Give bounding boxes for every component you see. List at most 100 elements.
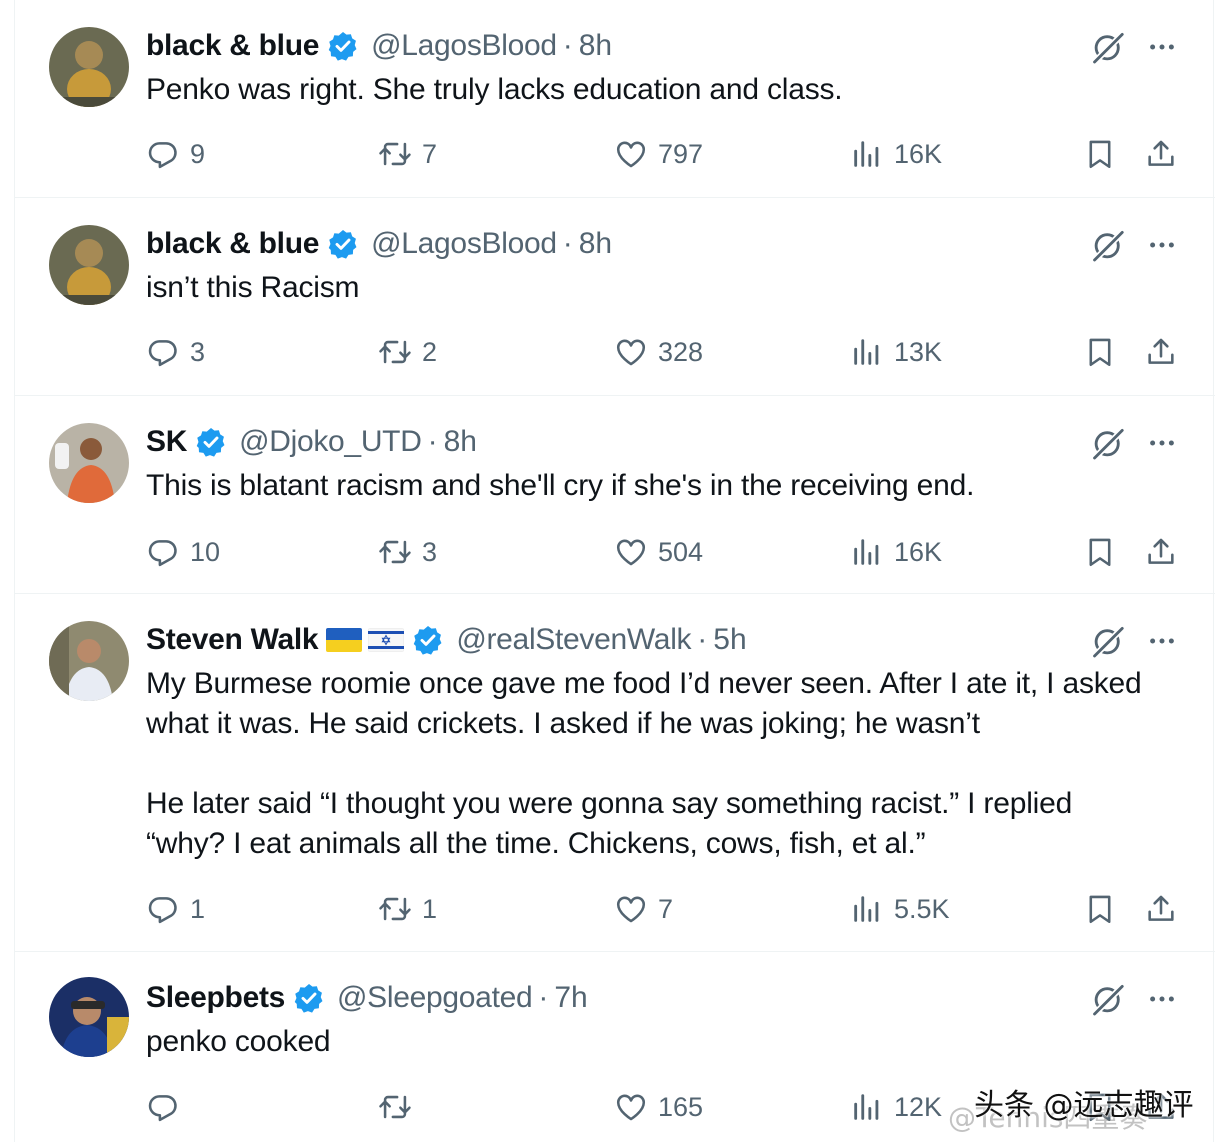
watermark: 头条 @远志趣评	[974, 1088, 1194, 1123]
repost-button[interactable]: 1	[378, 889, 437, 929]
views-button[interactable]: 13K	[850, 332, 942, 372]
share-button[interactable]	[1144, 889, 1178, 929]
handle[interactable]: @LagosBlood	[371, 29, 557, 63]
verified-badge-icon	[327, 30, 359, 62]
views-button[interactable]: 16K	[850, 532, 942, 572]
handle[interactable]: @LagosBlood	[371, 227, 557, 261]
more-icon[interactable]	[1145, 230, 1179, 260]
bookmark-icon	[1083, 335, 1117, 369]
repost-button[interactable]: 7	[378, 134, 437, 174]
tweet[interactable]: Steven Walk @realStevenWalk · 5h My Burm…	[15, 594, 1215, 952]
like-button[interactable]: 165	[614, 1087, 703, 1127]
bookmark-button[interactable]	[1083, 532, 1117, 572]
reply-button[interactable]: 1	[146, 889, 205, 929]
reply-icon	[146, 535, 180, 569]
bookmark-button[interactable]	[1083, 332, 1117, 372]
view-count: 13K	[894, 336, 943, 367]
views-icon	[850, 535, 884, 569]
timestamp[interactable]: 8h	[444, 425, 477, 459]
display-name[interactable]: Sleepbets	[146, 981, 285, 1015]
more-icon[interactable]	[1145, 626, 1179, 656]
avatar[interactable]	[49, 423, 129, 503]
verified-badge-icon	[293, 982, 325, 1014]
timestamp[interactable]: 7h	[554, 981, 587, 1015]
bookmark-icon	[1083, 892, 1117, 926]
grok-icon[interactable]	[1089, 424, 1127, 462]
more-icon[interactable]	[1145, 32, 1179, 62]
bookmark-button[interactable]	[1083, 889, 1117, 929]
like-icon	[614, 335, 648, 369]
israel-flag-icon	[368, 628, 405, 652]
avatar[interactable]	[49, 27, 129, 107]
display-name[interactable]: Steven Walk	[146, 623, 319, 657]
like-icon	[614, 1090, 648, 1124]
handle[interactable]: @Sleepgoated	[337, 981, 533, 1015]
reply-button[interactable]	[146, 1087, 190, 1127]
action-bar: 1 1 7 5.5K	[146, 889, 1186, 929]
tweet[interactable]: SK @Djoko_UTD · 8h This is blatant racis…	[15, 396, 1215, 594]
share-button[interactable]	[1144, 532, 1178, 572]
like-button[interactable]: 797	[614, 134, 703, 174]
verified-badge-icon	[327, 228, 359, 260]
repost-button[interactable]: 2	[378, 332, 437, 372]
tweet[interactable]: black & blue @LagosBlood · 8h isn’t this…	[15, 198, 1215, 396]
tweet-text: Penko was right. She truly lacks educati…	[146, 73, 843, 106]
share-button[interactable]	[1144, 332, 1178, 372]
avatar[interactable]	[49, 225, 129, 305]
repost-button[interactable]: 3	[378, 532, 437, 572]
like-icon	[614, 892, 648, 926]
ukraine-flag-icon	[326, 628, 363, 652]
timestamp[interactable]: 8h	[579, 29, 612, 63]
more-icon[interactable]	[1145, 428, 1179, 458]
view-count: 5.5K	[894, 893, 950, 924]
repost-count: 7	[422, 138, 438, 169]
reply-icon	[146, 335, 180, 369]
views-icon	[850, 137, 884, 171]
share-button[interactable]	[1144, 134, 1178, 174]
more-icon[interactable]	[1145, 984, 1179, 1014]
grok-icon[interactable]	[1089, 226, 1127, 264]
like-button[interactable]: 504	[614, 532, 703, 572]
repost-icon	[378, 892, 412, 926]
grok-icon[interactable]	[1089, 622, 1127, 660]
repost-count: 1	[422, 893, 438, 924]
avatar[interactable]	[49, 621, 129, 701]
bookmark-icon	[1083, 535, 1117, 569]
separator: ·	[697, 623, 708, 656]
repost-icon	[378, 1090, 412, 1124]
grok-icon[interactable]	[1089, 28, 1127, 66]
reply-icon	[146, 892, 180, 926]
share-icon	[1144, 535, 1178, 569]
like-count: 7	[658, 893, 674, 924]
view-count: 16K	[894, 536, 943, 567]
view-count: 12K	[894, 1091, 943, 1122]
separator: ·	[562, 29, 573, 62]
timestamp[interactable]: 5h	[713, 623, 746, 657]
views-icon	[850, 335, 884, 369]
views-button[interactable]: 5.5K	[850, 889, 950, 929]
display-name[interactable]: black & blue	[146, 29, 319, 63]
repost-button[interactable]	[378, 1087, 422, 1127]
share-icon	[1144, 892, 1178, 926]
display-name[interactable]: black & blue	[146, 227, 319, 261]
reply-count: 10	[190, 536, 221, 567]
handle[interactable]: @realStevenWalk	[456, 623, 691, 657]
timestamp[interactable]: 8h	[579, 227, 612, 261]
views-button[interactable]: 12K	[850, 1087, 942, 1127]
share-icon	[1144, 137, 1178, 171]
tweet-text: My Burmese roomie once gave me food I’d …	[146, 667, 1142, 860]
avatar[interactable]	[49, 977, 129, 1057]
reply-count: 9	[190, 138, 206, 169]
display-name[interactable]: SK	[146, 425, 187, 459]
reply-button[interactable]: 10	[146, 532, 220, 572]
reply-button[interactable]: 3	[146, 332, 205, 372]
tweet[interactable]: black & blue @LagosBlood · 8h Penko was …	[15, 0, 1215, 198]
like-button[interactable]: 7	[614, 889, 673, 929]
separator: ·	[562, 227, 573, 260]
bookmark-button[interactable]	[1083, 134, 1117, 174]
views-button[interactable]: 16K	[850, 134, 942, 174]
reply-button[interactable]: 9	[146, 134, 205, 174]
grok-icon[interactable]	[1089, 980, 1127, 1018]
handle[interactable]: @Djoko_UTD	[239, 425, 422, 459]
like-button[interactable]: 328	[614, 332, 703, 372]
